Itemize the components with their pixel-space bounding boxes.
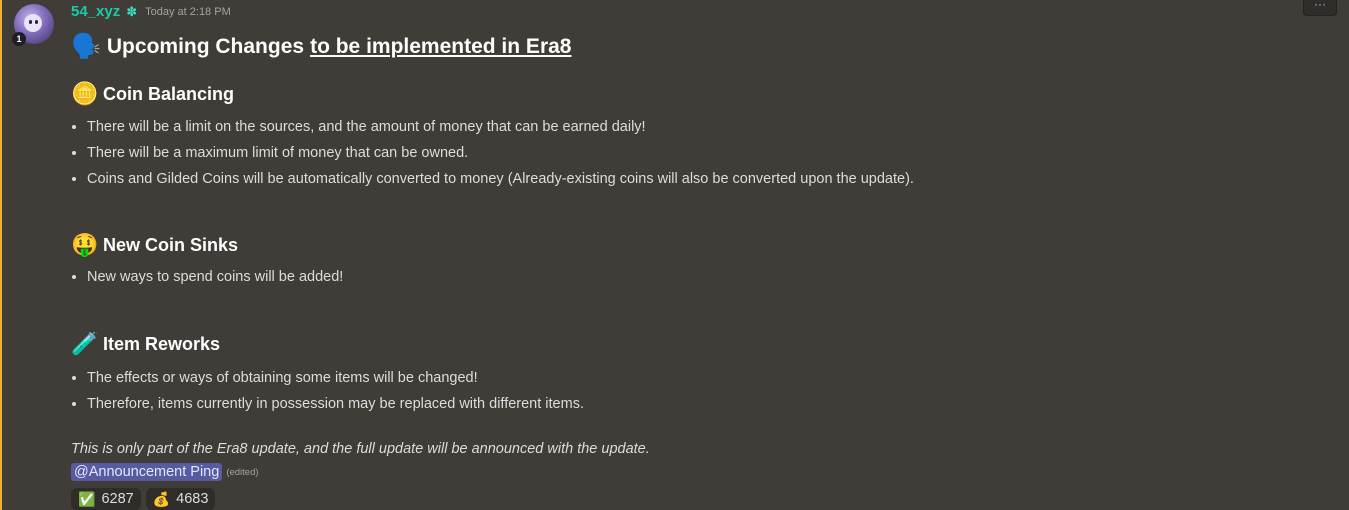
footer-note: This is only part of the Era8 update, an…	[71, 441, 650, 457]
bullet-list-coin-balancing: There will be a limit on the sources, an…	[71, 114, 914, 192]
message-header: 54_xyz ✽ Today at 2:18 PM	[71, 3, 231, 20]
username[interactable]: 54_xyz	[71, 3, 120, 20]
list-item: There will be a maximum limit of money t…	[87, 140, 914, 166]
bullet-list-item-reworks: The effects or ways of obtaining some it…	[71, 365, 584, 417]
title-plain: Upcoming Changes	[106, 34, 305, 58]
avatar-eye-right	[35, 20, 38, 24]
potion-icon: 🧪	[71, 331, 99, 356]
reaction-check[interactable]: ✅ 6287	[71, 488, 141, 510]
list-item: Therefore, items currently in possession…	[87, 391, 584, 417]
avatar-face	[24, 14, 42, 32]
section-heading-item-reworks: 🧪 Item Reworks	[71, 331, 220, 357]
avatar-eye-left	[29, 20, 32, 24]
message-title: 🗣️ Upcoming Changes to be implemented in…	[71, 32, 571, 61]
section-heading-label: Item Reworks	[103, 333, 221, 354]
bullet-list-new-coin-sinks: New ways to spend coins will be added!	[71, 264, 343, 290]
role-mention[interactable]: @Announcement Ping	[71, 463, 223, 481]
money-mouth-face-icon: 🤑	[71, 232, 99, 257]
money-bag-icon: 💰	[152, 490, 171, 507]
more-options-button[interactable]: ···	[1303, 0, 1337, 16]
reaction-count: 4683	[176, 491, 209, 507]
section-heading-label: New Coin Sinks	[103, 234, 239, 255]
highlight-bar	[0, 0, 2, 510]
speaking-head-icon: 🗣️	[71, 33, 101, 60]
avatar-badge: 1	[12, 32, 26, 46]
reactions-bar: ✅ 6287 💰 4683	[71, 488, 216, 510]
section-heading-new-coin-sinks: 🤑 New Coin Sinks	[71, 232, 238, 258]
edited-label: (edited)	[226, 466, 259, 478]
mention-row: @Announcement Ping (edited)	[71, 463, 259, 481]
section-heading-coin-balancing: 🪙 Coin Balancing	[71, 81, 234, 107]
coin-icon: 🪙	[71, 81, 99, 106]
timestamp[interactable]: Today at 2:18 PM	[145, 6, 231, 18]
section-heading-label: Coin Balancing	[103, 83, 235, 104]
reaction-count: 6287	[101, 491, 134, 507]
list-item: New ways to spend coins will be added!	[87, 264, 343, 290]
title-underlined: to be implemented in Era8	[310, 34, 572, 58]
gear-icon[interactable]: ✽	[126, 4, 137, 20]
check-mark-icon: ✅	[78, 490, 96, 507]
reaction-money-bag[interactable]: 💰 4683	[145, 488, 216, 510]
list-item: There will be a limit on the sources, an…	[87, 114, 914, 140]
list-item: Coins and Gilded Coins will be automatic…	[87, 166, 914, 192]
list-item: The effects or ways of obtaining some it…	[87, 365, 584, 391]
